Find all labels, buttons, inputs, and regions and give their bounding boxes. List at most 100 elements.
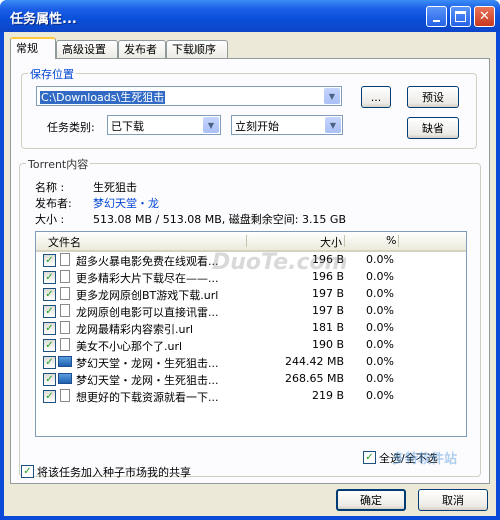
file-row[interactable]: ✓ 梦幻天堂・龙网・生死狙击... 268.65 MB 0.0% xyxy=(36,371,466,388)
cancel-button[interactable]: 取消 xyxy=(418,489,488,511)
save-path-combo[interactable]: C:\Downloads\生死狙击 ▼ xyxy=(36,86,342,106)
file-percent: 0.0% xyxy=(366,355,394,368)
file-name: 梦幻天堂・龙网・生死狙击... xyxy=(76,374,219,387)
file-name: 美女不小心那个了.url xyxy=(76,340,183,353)
file-size: 190 B xyxy=(311,338,344,351)
file-size: 197 B xyxy=(311,304,344,317)
watermark-site: DuoTe.com xyxy=(212,250,348,275)
default-button[interactable]: 缺省 xyxy=(407,117,459,139)
document-icon xyxy=(60,338,70,351)
preset-button[interactable]: 预设 xyxy=(407,86,459,108)
file-checkbox[interactable]: ✓ xyxy=(43,322,56,335)
save-location-label: 保存位置 xyxy=(28,66,76,82)
select-all-checkbox[interactable]: ✓ xyxy=(363,451,376,464)
tab-label: 常规 xyxy=(16,42,38,55)
watermark-brand: 多特软件站 xyxy=(392,452,458,467)
file-size: 268.65 MB xyxy=(284,372,344,385)
file-checkbox[interactable]: ✓ xyxy=(43,288,56,301)
torrent-content-label: Torrent内容 xyxy=(26,156,91,172)
tab-download-order[interactable]: 下载顺序 xyxy=(166,40,228,58)
media-icon xyxy=(58,373,72,384)
header-divider[interactable] xyxy=(398,235,399,247)
header-divider[interactable] xyxy=(344,235,345,247)
file-percent: 0.0% xyxy=(366,321,394,334)
title-bar[interactable]: 任务属性... ✕ xyxy=(0,0,500,32)
ok-label: 确定 xyxy=(360,494,382,507)
header-filename[interactable]: 文件名 xyxy=(48,234,81,249)
chevron-down-icon[interactable]: ▼ xyxy=(325,117,341,133)
file-checkbox[interactable]: ✓ xyxy=(43,356,56,369)
header-divider[interactable] xyxy=(246,235,247,247)
tab-label: 下载顺序 xyxy=(172,43,216,56)
file-checkbox[interactable]: ✓ xyxy=(43,254,56,267)
file-checkbox[interactable]: ✓ xyxy=(43,271,56,284)
document-icon xyxy=(60,270,70,283)
file-percent: 0.0% xyxy=(366,270,394,283)
file-size: 197 B xyxy=(311,287,344,300)
file-row[interactable]: ✓ 更多龙网原创BT游戏下载.url 197 B 0.0% xyxy=(36,286,466,303)
document-icon xyxy=(60,304,70,317)
file-name: 想更好的下载资源就看一下... xyxy=(76,391,219,404)
file-row[interactable]: ✓ 美女不小心那个了.url 190 B 0.0% xyxy=(36,337,466,354)
share-checkbox[interactable]: ✓ xyxy=(21,465,34,478)
category-label: 任务类别: xyxy=(47,121,95,134)
file-percent: 0.0% xyxy=(366,372,394,385)
file-checkbox[interactable]: ✓ xyxy=(43,390,56,403)
ok-button[interactable]: 确定 xyxy=(336,489,406,511)
torrent-name-value: 生死狙击 xyxy=(93,181,137,194)
file-row[interactable]: ✓ 龙网原创电影可以直接讯雷... 197 B 0.0% xyxy=(36,303,466,320)
minimize-icon xyxy=(433,19,440,22)
minimize-button[interactable] xyxy=(426,6,447,27)
file-size: 219 B xyxy=(311,389,344,402)
tab-publisher[interactable]: 发布者 xyxy=(118,40,166,58)
cancel-label: 取消 xyxy=(442,494,464,507)
header-percent[interactable]: % xyxy=(386,234,396,248)
close-button[interactable]: ✕ xyxy=(474,6,495,27)
file-name: 龙网原创电影可以直接讯雷... xyxy=(76,306,219,319)
file-percent: 0.0% xyxy=(366,304,394,317)
share-label: 将该任务加入种子市场我的共享 xyxy=(37,466,191,479)
size-value: 513.08 MB / 513.08 MB, 磁盘剩余空间: 3.15 GB xyxy=(93,213,346,226)
browse-label: ... xyxy=(370,90,382,104)
file-checkbox[interactable]: ✓ xyxy=(43,305,56,318)
window-title: 任务属性... xyxy=(10,12,77,27)
maximize-button[interactable] xyxy=(450,6,471,27)
chevron-down-icon[interactable]: ▼ xyxy=(203,117,219,133)
document-icon xyxy=(60,287,70,300)
maximize-icon xyxy=(455,11,466,22)
browse-button[interactable]: ... xyxy=(361,86,391,108)
close-icon: ✕ xyxy=(479,9,490,24)
file-size: 181 B xyxy=(311,321,344,334)
header-size[interactable]: 大小 xyxy=(320,234,342,249)
document-icon xyxy=(60,389,70,402)
file-row[interactable]: ✓ 梦幻天堂・龙网・生死狙击... 244.42 MB 0.0% xyxy=(36,354,466,371)
file-percent: 0.0% xyxy=(366,389,394,402)
file-percent: 0.0% xyxy=(366,253,394,266)
chevron-down-icon[interactable]: ▼ xyxy=(324,88,340,104)
publisher-link[interactable]: 梦幻天堂・龙 xyxy=(93,195,159,211)
save-path-value: C:\Downloads\生死狙击 xyxy=(40,91,166,104)
file-name: 龙网最精彩内容索引.url xyxy=(76,323,194,336)
file-row[interactable]: ✓ 龙网最精彩内容索引.url 181 B 0.0% xyxy=(36,320,466,337)
file-checkbox[interactable]: ✓ xyxy=(43,373,56,386)
torrent-name-label: 名称 : xyxy=(35,181,65,194)
tab-advanced[interactable]: 高级设置 xyxy=(56,40,118,58)
tab-label: 发布者 xyxy=(124,43,157,56)
preset-label: 预设 xyxy=(422,91,444,104)
file-row[interactable]: ✓ 想更好的下载资源就看一下... 219 B 0.0% xyxy=(36,388,466,405)
media-icon xyxy=(58,356,72,367)
file-percent: 0.0% xyxy=(366,287,394,300)
tab-general[interactable]: 常规 xyxy=(10,37,56,59)
start-mode-select[interactable]: 立刻开始 ▼ xyxy=(231,115,343,135)
category-value: 已下载 xyxy=(111,120,144,133)
file-checkbox[interactable]: ✓ xyxy=(43,339,56,352)
file-percent: 0.0% xyxy=(366,338,394,351)
file-name: 更多龙网原创BT游戏下载.url xyxy=(76,289,219,302)
publisher-label: 发布者: xyxy=(35,197,72,210)
default-label: 缺省 xyxy=(422,122,444,135)
category-select[interactable]: 已下载 ▼ xyxy=(107,115,221,135)
tab-label: 高级设置 xyxy=(62,43,106,56)
size-label: 大小 : xyxy=(35,213,65,226)
document-icon xyxy=(60,253,70,266)
file-size: 244.42 MB xyxy=(284,355,344,368)
